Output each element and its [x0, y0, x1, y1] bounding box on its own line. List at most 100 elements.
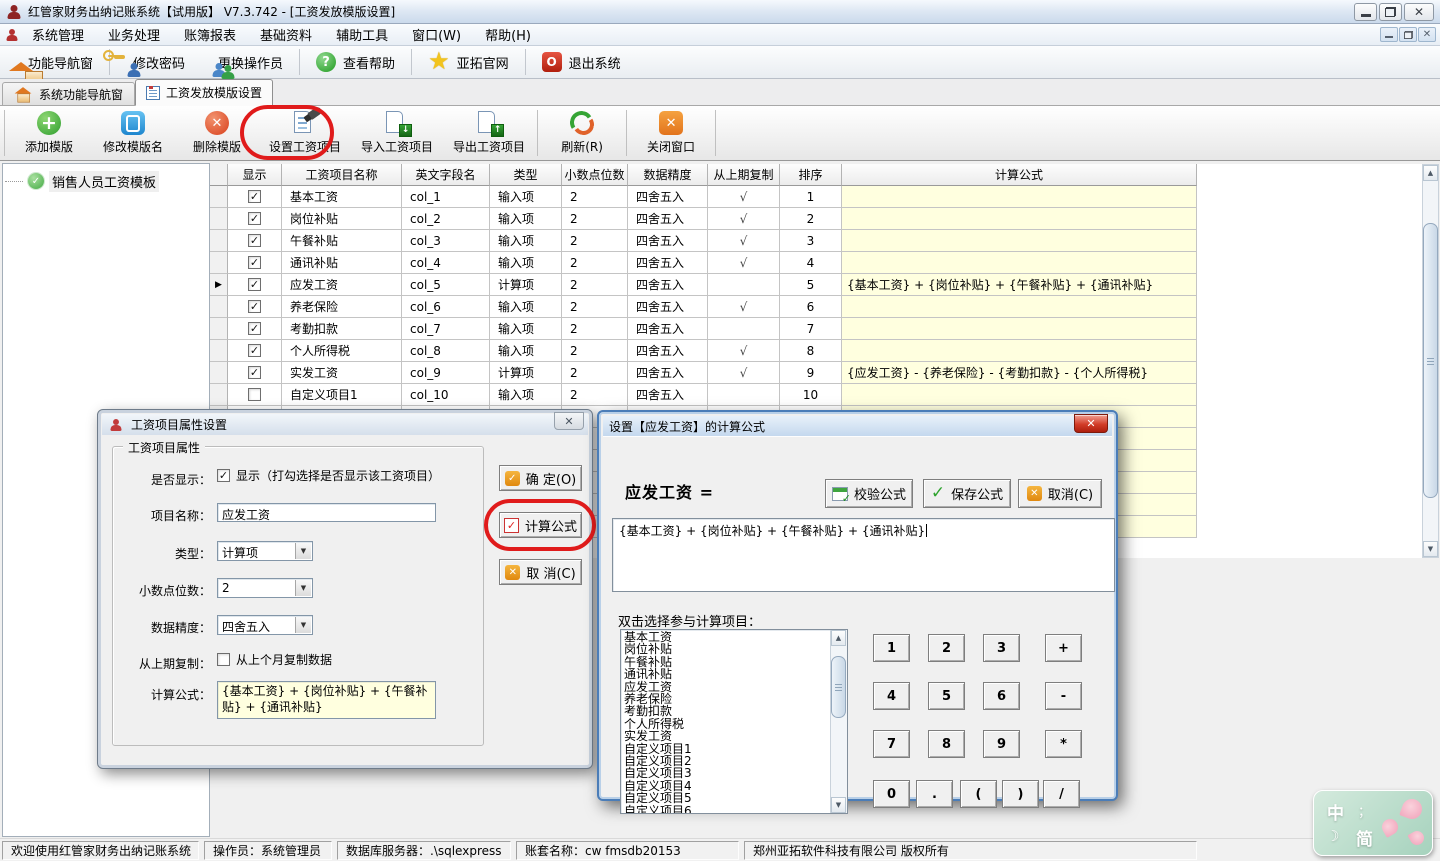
tree-item-sales-template[interactable]: ✓ 销售人员工资模板 — [5, 171, 207, 191]
table-row[interactable]: ✓实发工资col_9计算项2四舍五入√9{应发工资} - {养老保险} - {考… — [210, 362, 1422, 384]
mdi-minimize-button[interactable] — [1380, 27, 1398, 42]
show-checkbox-cell[interactable]: ✓ — [228, 362, 282, 384]
toolbar-button-exit[interactable]: O退出系统 — [529, 49, 634, 75]
toolbar-button-delete[interactable]: ✕删除模版 — [175, 106, 259, 160]
moon-icon[interactable]: ☽ — [1326, 827, 1339, 845]
list-item[interactable]: 自定义项目5 — [624, 792, 829, 804]
column-header-7[interactable]: 从上期复制 — [708, 164, 780, 186]
show-checkbox[interactable]: ✓ — [248, 190, 261, 203]
column-header-6[interactable]: 数据精度 — [628, 164, 708, 186]
scroll-down-arrow[interactable]: ▼ — [1423, 541, 1438, 557]
keypad-button-5[interactable]: 5 — [928, 682, 965, 710]
show-checkbox-cell[interactable]: ✓ — [228, 274, 282, 296]
mdi-close-button[interactable]: ✕ — [1418, 27, 1436, 42]
show-checkbox[interactable]: ✓ — [248, 300, 261, 313]
keypad-button-3[interactable]: 3 — [983, 634, 1020, 662]
calc-items-listbox[interactable]: 基本工资岗位补贴午餐补贴通讯补贴应发工资养老保险考勤扣款个人所得税实发工资自定义… — [620, 629, 848, 814]
toolbar-button-close-window[interactable]: ✕关闭窗口 — [629, 106, 713, 160]
chevron-down-icon[interactable]: ▼ — [295, 580, 311, 596]
list-scrollbar[interactable]: ▲ ▼ — [830, 630, 847, 813]
column-header-8[interactable]: 排序 — [780, 164, 842, 186]
ime-panel[interactable]: 中 ； ☽ 简 — [1313, 790, 1433, 856]
keypad-button-1[interactable]: 1 — [873, 634, 910, 662]
column-header-1[interactable]: 显示 — [228, 164, 282, 186]
close-button[interactable]: ✕ — [1404, 3, 1434, 21]
show-checkbox-cell[interactable]: ✓ — [228, 296, 282, 318]
toolbar-button-home[interactable]: 功能导航窗 — [8, 50, 106, 75]
toolbar-button-export[interactable]: ↑导出工资项目 — [443, 106, 535, 160]
item-name-input[interactable]: 应发工资 — [217, 503, 436, 522]
show-checkbox-cell[interactable]: ✓ — [228, 186, 282, 208]
show-checkbox[interactable]: ✓ — [248, 366, 261, 379]
table-row[interactable]: ✓通讯补贴col_4输入项2四舍五入√4 — [210, 252, 1422, 274]
show-checkbox[interactable]: ✓ — [248, 234, 261, 247]
show-checkbox[interactable]: ✓ — [248, 344, 261, 357]
ok-button[interactable]: ✓ 确 定(O) — [499, 465, 582, 491]
keypad-button-([interactable]: ( — [960, 780, 997, 808]
show-checkbox[interactable]: ✓ — [248, 212, 261, 225]
chevron-down-icon[interactable]: ▼ — [295, 617, 311, 633]
cancel-button[interactable]: ✕ 取 消(C) — [499, 559, 582, 585]
toolbar-button-help[interactable]: ?查看帮助 — [303, 49, 408, 75]
show-checkbox[interactable]: ✓ — [248, 278, 261, 291]
grid-vertical-scrollbar[interactable]: ▲ ▼ — [1422, 164, 1439, 558]
toolbar-button-setup[interactable]: 设置工资项目 — [259, 106, 351, 160]
column-header-4[interactable]: 类型 — [490, 164, 562, 186]
keypad-button-6[interactable]: 6 — [983, 682, 1020, 710]
table-row[interactable]: ✓午餐补贴col_3输入项2四舍五入√3 — [210, 230, 1422, 252]
keypad-button-2[interactable]: 2 — [928, 634, 965, 662]
show-checkbox[interactable]: ✓ — [248, 256, 261, 269]
table-row[interactable]: ✓基本工资col_1输入项2四舍五入√1 — [210, 186, 1422, 208]
dialog-close-button[interactable]: ✕ — [554, 412, 584, 430]
toolbar-button-add[interactable]: +添加模版 — [7, 106, 91, 160]
menu-item-4[interactable]: 基础资料 — [248, 22, 324, 47]
tab-system-navigator[interactable]: 系统功能导航窗 — [2, 82, 135, 106]
scroll-up-arrow[interactable]: ▲ — [831, 630, 846, 646]
table-row[interactable]: ▶✓应发工资col_5计算项2四舍五入5{基本工资} + {岗位补贴} + {午… — [210, 274, 1422, 296]
keypad-button-.[interactable]: . — [916, 780, 953, 808]
show-checkbox-cell[interactable]: ✓ — [228, 208, 282, 230]
toolbar-button-rename[interactable]: 修改模版名 — [91, 106, 175, 160]
show-checkbox-cell[interactable]: ✓ — [228, 252, 282, 274]
keypad-button--[interactable]: - — [1045, 682, 1082, 710]
show-checkbox[interactable]: ✓ — [217, 469, 230, 482]
keypad-button-+[interactable]: + — [1045, 634, 1082, 662]
show-checkbox[interactable]: ✓ — [248, 322, 261, 335]
table-row[interactable]: ✓考勤扣款col_7输入项2四舍五入7 — [210, 318, 1422, 340]
show-checkbox-cell[interactable]: ✓ — [228, 230, 282, 252]
column-header-2[interactable]: 工资项目名称 — [282, 164, 402, 186]
toolbar-button-star[interactable]: ★亚拓官网 — [415, 48, 522, 76]
column-header-9[interactable]: 计算公式 — [842, 164, 1197, 186]
show-checkbox-cell[interactable]: ✓ — [228, 318, 282, 340]
list-item[interactable]: 岗位补贴 — [624, 643, 829, 655]
menu-item-1[interactable]: 系统管理 — [20, 22, 96, 47]
type-select[interactable]: 计算项 ▼ — [217, 541, 313, 561]
toolbar-button-operator[interactable]: 更换操作员 — [198, 50, 296, 75]
menu-item-7[interactable]: 帮助(H) — [473, 22, 543, 47]
scroll-thumb[interactable] — [831, 656, 846, 718]
copy-prev-checkbox[interactable] — [217, 653, 230, 666]
menu-item-5[interactable]: 辅助工具 — [324, 22, 400, 47]
show-checkbox-cell[interactable] — [228, 384, 282, 406]
mdi-restore-button[interactable] — [1399, 27, 1417, 42]
keypad-button-9[interactable]: 9 — [983, 730, 1020, 758]
list-item[interactable]: 自定义项目3 — [624, 767, 829, 779]
scroll-up-arrow[interactable]: ▲ — [1423, 165, 1438, 181]
keypad-button-/[interactable]: / — [1043, 780, 1080, 808]
keypad-button-*[interactable]: * — [1045, 730, 1082, 758]
scroll-thumb[interactable] — [1423, 223, 1438, 498]
list-item[interactable]: 考勤扣款 — [624, 705, 829, 717]
save-formula-button[interactable]: ✓ 保存公式 — [923, 479, 1011, 508]
keypad-button-8[interactable]: 8 — [928, 730, 965, 758]
tab-salary-template-settings[interactable]: 工资发放模版设置 — [135, 79, 273, 106]
menu-item-2[interactable]: 业务处理 — [96, 22, 172, 47]
keypad-button-7[interactable]: 7 — [873, 730, 910, 758]
toolbar-button-import[interactable]: ↓导入工资项目 — [351, 106, 443, 160]
scroll-down-arrow[interactable]: ▼ — [831, 797, 846, 813]
list-item[interactable]: 实发工资 — [624, 730, 829, 742]
validate-formula-button[interactable]: 校验公式 — [825, 479, 913, 508]
table-row[interactable]: 自定义项目1col_10输入项2四舍五入10 — [210, 384, 1422, 406]
formula-editor-input[interactable]: {基本工资} + {岗位补贴} + {午餐补贴} + {通讯补贴} — [612, 518, 1115, 592]
ime-language-indicator[interactable]: 中 — [1327, 799, 1344, 824]
ime-punctuation-indicator[interactable]: ； — [1358, 801, 1371, 820]
